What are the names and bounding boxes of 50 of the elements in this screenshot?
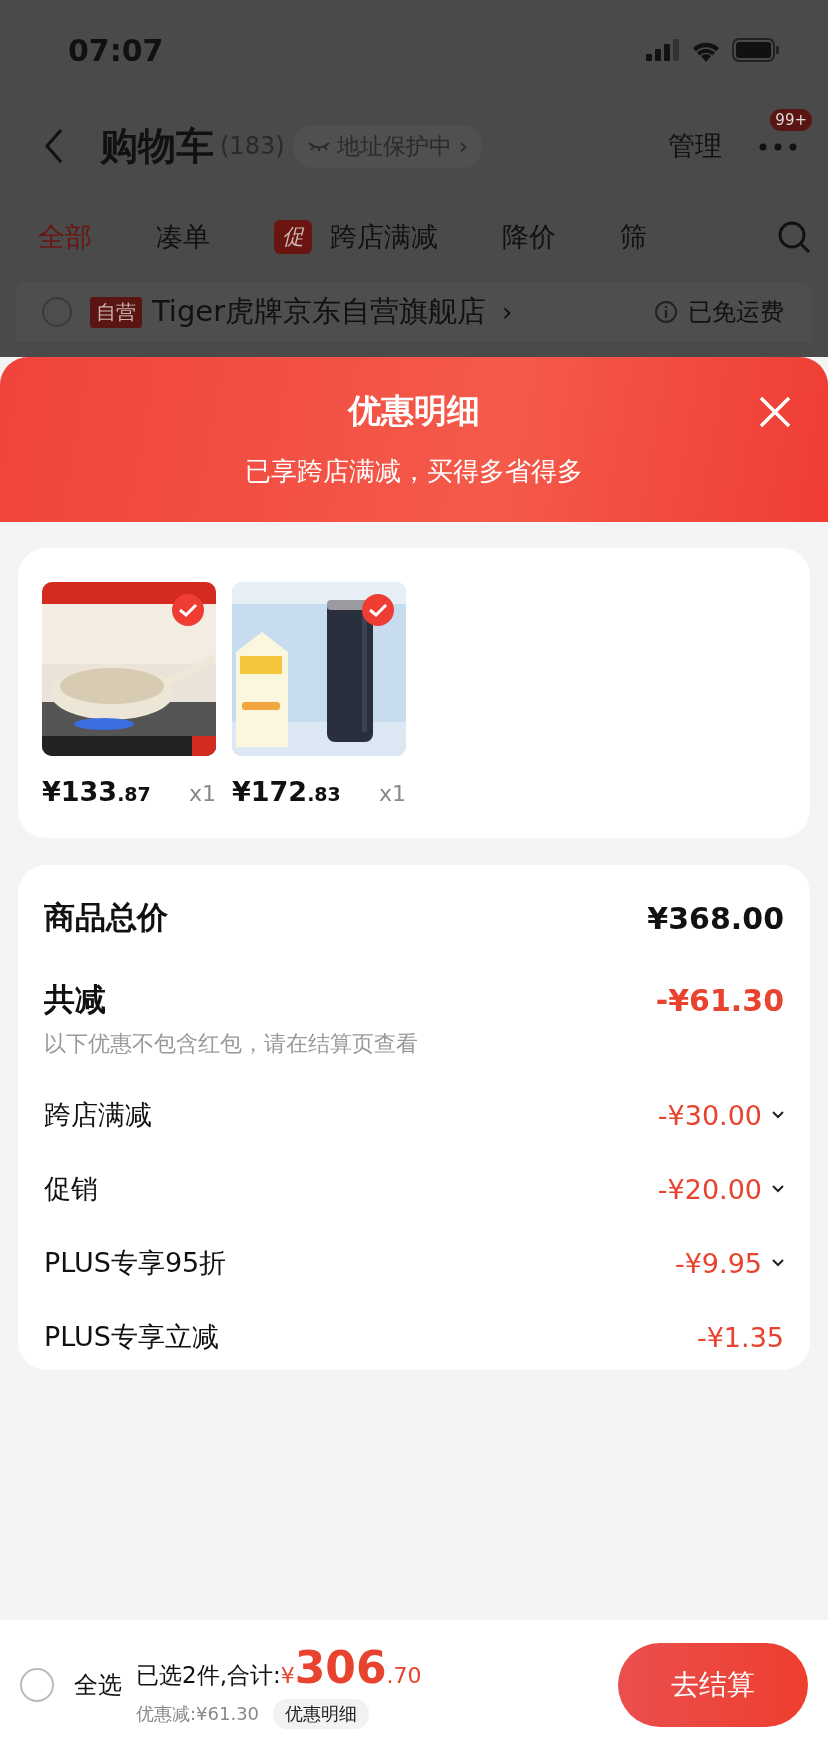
back-icon[interactable] — [44, 128, 64, 164]
discount-value: -¥1.35 — [696, 1321, 784, 1353]
product-price: ¥133.87 — [42, 776, 151, 807]
store-name[interactable]: Tiger虎牌京东自营旗舰店 — [152, 292, 487, 332]
filter-tab[interactable]: 促 跨店满减 — [274, 219, 438, 255]
close-icon[interactable] — [758, 395, 792, 429]
select-all-label[interactable]: 全选 — [74, 1669, 122, 1701]
chevron-down-icon[interactable] — [772, 1259, 784, 1267]
filter-tab[interactable]: 凑单 — [156, 219, 210, 255]
notification-badge: 99+ — [770, 108, 812, 131]
chevron-icon: › — [502, 297, 513, 327]
saved-amount: 优惠减:¥61.30 — [136, 1701, 260, 1726]
chevron-down-icon[interactable] — [772, 1185, 784, 1193]
page-title: 购物车 — [100, 122, 214, 170]
discount-label: PLUS专享立减 — [44, 1320, 219, 1354]
self-operated-tag: 自营 — [90, 296, 142, 328]
reduction-label: 共减 — [44, 980, 106, 1019]
reduction-value: -¥61.30 — [655, 982, 784, 1018]
reduction-note: 以下优惠不包含红包，请在结算页查看 — [44, 1030, 419, 1058]
selected-summary: 已选2件,合计: — [136, 1660, 281, 1690]
filter-tab[interactable]: 降价 — [502, 219, 556, 255]
closed-eye-icon — [306, 140, 331, 152]
status-time: 07:07 — [68, 32, 164, 68]
search-icon[interactable] — [776, 219, 812, 255]
discount-value: -¥20.00 — [657, 1173, 762, 1205]
chevron-down-icon[interactable] — [772, 1111, 784, 1119]
signal-icon — [646, 39, 680, 61]
discount-label: 促销 — [44, 1172, 98, 1206]
total-value: ¥368.00 — [647, 900, 784, 936]
discount-value: -¥9.95 — [674, 1247, 762, 1279]
filter-tab[interactable]: 筛 — [620, 219, 647, 255]
filter-tab[interactable]: 全部 — [38, 219, 92, 255]
total-label: 商品总价 — [44, 898, 168, 937]
product-price: ¥172.83 — [232, 776, 341, 807]
checkout-button[interactable]: 去结算 — [618, 1643, 808, 1727]
more-icon[interactable] — [758, 141, 798, 152]
free-shipping-label: 已免运费 — [688, 297, 784, 328]
total-price: ¥306.70 — [280, 1641, 422, 1693]
select-all-checkbox[interactable] — [20, 1668, 54, 1702]
discount-label: 跨店满减 — [44, 1098, 152, 1132]
quantity: x1 — [188, 781, 216, 806]
quantity: x1 — [378, 781, 406, 806]
info-icon[interactable] — [654, 300, 678, 324]
manage-button[interactable]: 管理 — [668, 128, 722, 164]
battery-icon — [732, 38, 780, 62]
discount-details-button[interactable]: 优惠明细 — [273, 1698, 370, 1729]
sheet-subtitle: 已享跨店满减，买得多省得多 — [245, 456, 583, 486]
discount-value: -¥30.00 — [657, 1099, 762, 1131]
sheet-title: 优惠明细 — [348, 391, 480, 430]
discount-label: PLUS专享95折 — [44, 1246, 227, 1280]
